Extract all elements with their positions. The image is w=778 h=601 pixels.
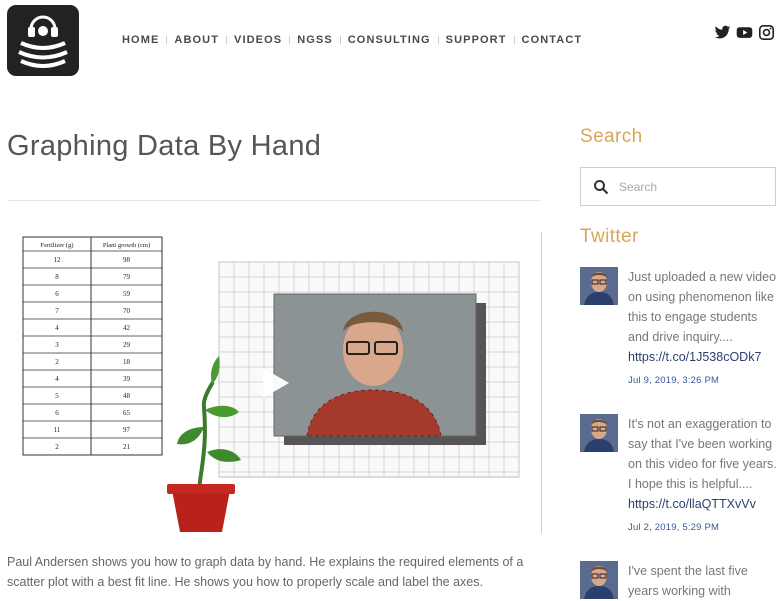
table-cell: 29 bbox=[123, 341, 131, 349]
table-cell: 2 bbox=[55, 358, 59, 366]
tweet-text: Just uploaded a new video on using pheno… bbox=[628, 270, 777, 344]
nav-videos[interactable]: VIDEOS bbox=[234, 34, 282, 46]
table-cell: 48 bbox=[123, 392, 131, 400]
nav-separator bbox=[226, 36, 228, 44]
table-cell: 4 bbox=[55, 324, 59, 332]
table-cell: 39 bbox=[123, 375, 131, 383]
table-cell: 21 bbox=[123, 443, 131, 451]
nav-contact[interactable]: CONTACT bbox=[522, 34, 583, 46]
search-heading: Search bbox=[580, 126, 643, 147]
instagram-icon[interactable] bbox=[758, 24, 775, 41]
table-cell: 5 bbox=[55, 392, 59, 400]
page-title: Graphing Data By Hand bbox=[7, 130, 322, 162]
table-cell: 3 bbox=[55, 341, 59, 349]
video-player[interactable]: Fertilizer (g) Plant growth (cm) 12 98 8 79 6 5… bbox=[7, 232, 542, 533]
avatar[interactable] bbox=[580, 561, 618, 599]
twitter-heading: Twitter bbox=[580, 226, 639, 247]
tweet-date[interactable]: Jul 2, 2019, 5:29 PM bbox=[628, 514, 778, 542]
nav-ngss[interactable]: NGSS bbox=[297, 34, 333, 46]
table-cell: 12 bbox=[54, 256, 62, 264]
table-cell: 42 bbox=[123, 324, 131, 332]
search-box bbox=[580, 167, 776, 206]
twitter-icon[interactable] bbox=[714, 24, 731, 41]
social-links bbox=[714, 24, 775, 41]
table-cell: 98 bbox=[123, 256, 131, 264]
table-cell: 79 bbox=[123, 273, 131, 281]
search-icon bbox=[594, 179, 609, 194]
nav-separator bbox=[437, 36, 439, 44]
table-header: Fertilizer (g) bbox=[40, 242, 73, 249]
table-cell: 6 bbox=[55, 409, 59, 417]
nav-home[interactable]: HOME bbox=[122, 34, 159, 46]
table-cell: 59 bbox=[123, 290, 131, 298]
nav-separator bbox=[339, 36, 341, 44]
nav-consulting[interactable]: CONSULTING bbox=[348, 34, 431, 46]
video-data-table: Fertilizer (g) Plant growth (cm)12 988 796 5… bbox=[22, 236, 163, 456]
post-description: Paul Andersen shows you how to graph dat… bbox=[7, 555, 524, 589]
search-input[interactable] bbox=[617, 178, 771, 195]
nav-separator bbox=[166, 36, 168, 44]
tweet-link[interactable]: https://t.co/1J538cODk7 bbox=[628, 347, 778, 367]
table-cell: 8 bbox=[55, 273, 59, 281]
site-logo[interactable] bbox=[7, 5, 79, 76]
presenter-video-frame bbox=[273, 293, 486, 445]
nav-about[interactable]: ABOUT bbox=[174, 34, 219, 46]
nav-separator bbox=[513, 36, 515, 44]
table-cell: 18 bbox=[123, 358, 131, 366]
title-divider bbox=[7, 200, 541, 201]
table-cell: 2 bbox=[55, 443, 59, 451]
table-cell: 4 bbox=[55, 375, 59, 383]
table-header: Plant growth (cm) bbox=[103, 242, 150, 249]
main-nav: HOME ABOUT VIDEOS NGSS CONSULTING SUPPOR… bbox=[122, 33, 582, 47]
youtube-icon[interactable] bbox=[736, 24, 753, 41]
table-cell: 65 bbox=[123, 409, 131, 417]
nav-separator bbox=[289, 36, 291, 44]
avatar[interactable] bbox=[580, 267, 618, 305]
table-cell: 70 bbox=[123, 307, 131, 315]
nav-support[interactable]: SUPPORT bbox=[446, 34, 507, 46]
tweet-text: It's not an exaggeration to say that I'v… bbox=[628, 417, 777, 491]
avatar[interactable] bbox=[580, 414, 618, 452]
tweet-text: I've spent the last five years working w… bbox=[628, 564, 748, 598]
table-cell: 6 bbox=[55, 290, 59, 298]
tweet-date[interactable]: Jul 9, 2019, 3:26 PM bbox=[628, 367, 778, 395]
table-cell: 7 bbox=[55, 307, 59, 315]
table-cell: 11 bbox=[54, 426, 61, 434]
table-cell: 97 bbox=[123, 426, 131, 434]
tweet-link[interactable]: https://t.co/llaQTTXvVv bbox=[628, 494, 778, 514]
